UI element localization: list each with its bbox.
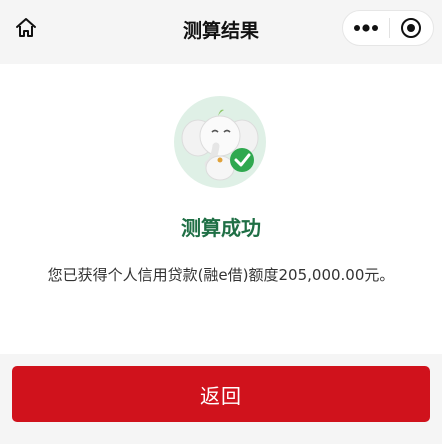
result-description: 您已获得个人信用贷款(融e借)额度205,000.00元。 — [47, 266, 395, 284]
result-title: 测算成功 — [181, 216, 261, 240]
mini-program-capsule — [342, 10, 434, 46]
record-target-icon — [401, 18, 422, 38]
more-button[interactable] — [343, 11, 389, 45]
close-mini-program-button[interactable] — [389, 11, 433, 45]
more-dots-icon — [353, 24, 378, 32]
top-navigation-bar: 测算结果 — [0, 0, 442, 56]
result-card: 测算成功 您已获得个人信用贷款(融e借)额度205,000.00元。 — [0, 64, 442, 354]
return-button[interactable]: 返回 — [12, 366, 430, 422]
elephant-mascot-icon — [174, 96, 266, 188]
